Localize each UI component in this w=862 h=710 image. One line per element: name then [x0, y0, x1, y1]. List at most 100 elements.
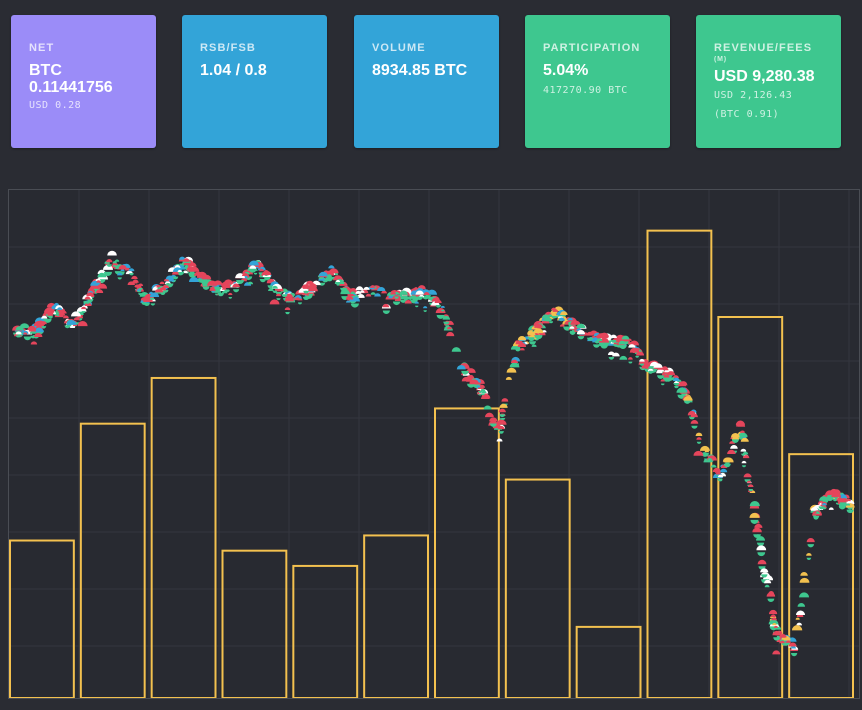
price-dot	[517, 336, 527, 341]
chart	[9, 190, 859, 698]
price-dot	[691, 425, 698, 429]
price-dot	[660, 383, 665, 386]
price-dot	[365, 293, 372, 297]
price-dot	[328, 265, 335, 269]
price-dot	[336, 283, 340, 286]
price-dot	[129, 273, 134, 276]
volume-bar	[363, 534, 429, 698]
card-subvalue: USD 2,126.43	[714, 90, 793, 101]
price-dot	[806, 552, 812, 556]
stat-card-rsb-fsb: RSB/FSB 1.04 / 0.8	[182, 15, 327, 148]
card-subvalue: USD 0.28	[29, 100, 82, 111]
price-dot	[382, 310, 390, 315]
card-value-currency: BTC	[29, 62, 62, 79]
price-dot	[131, 275, 138, 280]
price-dot	[467, 383, 475, 388]
price-dot	[807, 544, 814, 548]
price-dot	[767, 598, 775, 602]
price-dot	[392, 301, 401, 306]
price-dot	[770, 614, 776, 618]
price-dot	[768, 609, 778, 615]
price-dot	[747, 484, 754, 488]
card-value: 0.11441756	[29, 79, 113, 96]
card-label: NET	[29, 42, 55, 54]
price-dot	[483, 405, 492, 410]
card-label: REVENUE/FEES	[714, 42, 813, 54]
price-dot	[107, 250, 117, 256]
price-dot	[302, 296, 310, 301]
price-dot	[415, 305, 419, 308]
card-label: RSB/FSB	[200, 42, 256, 54]
volume-bar	[788, 453, 855, 698]
price-dot	[423, 310, 427, 312]
price-dot	[370, 292, 376, 295]
price-dot	[749, 501, 760, 507]
card-label: PARTICIPATION	[543, 42, 641, 54]
price-dot	[247, 281, 254, 285]
price-dot	[549, 321, 554, 324]
price-dot	[795, 617, 800, 620]
price-dot	[742, 451, 749, 455]
price-dot	[23, 336, 32, 341]
card-subvalue-btc: (BTC 0.91)	[714, 109, 780, 120]
price-dot	[607, 351, 615, 355]
price-dot	[730, 444, 738, 449]
price-dot	[797, 602, 806, 607]
price-dot	[790, 653, 798, 657]
price-dot	[48, 316, 53, 319]
volume-bar	[575, 625, 642, 698]
price-dot	[796, 622, 802, 626]
price-dot	[741, 460, 747, 464]
price-dot	[159, 281, 165, 285]
price-dot	[699, 445, 710, 451]
price-dot	[619, 355, 628, 360]
price-dot	[484, 412, 494, 418]
price-dot	[727, 449, 736, 454]
stat-card-volume: VOLUME 8934.85 BTC	[354, 15, 499, 148]
price-dot	[506, 367, 517, 373]
price-dot	[138, 283, 144, 286]
price-dot	[253, 272, 258, 275]
price-dot	[30, 341, 38, 345]
price-dot	[363, 286, 370, 290]
price-dot	[693, 450, 704, 456]
price-dot	[228, 292, 233, 296]
price-dot	[350, 303, 359, 308]
price-dot	[806, 538, 815, 543]
price-dot	[757, 552, 766, 557]
price-dot	[720, 468, 728, 473]
price-dot	[451, 347, 461, 352]
price-dot	[619, 345, 627, 349]
price-dot	[695, 432, 703, 436]
price-dot	[531, 344, 537, 347]
price-dot	[833, 499, 838, 502]
card-value: USD 9,280.38	[714, 68, 815, 85]
card-value: 1.04 / 0.8	[200, 62, 267, 79]
price-dot	[696, 441, 702, 444]
price-dot	[740, 430, 745, 433]
card-value: 5.04%	[543, 62, 589, 79]
price-dot	[608, 356, 615, 360]
price-dot	[752, 527, 762, 533]
price-dot	[276, 298, 281, 301]
card-subvalue: 417270.90 BTC	[543, 85, 628, 96]
price-dot	[202, 286, 210, 290]
price-dot	[150, 303, 156, 306]
price-dot	[440, 305, 445, 308]
price-dot	[233, 289, 240, 293]
stat-card-participation: PARTICIPATION 5.04% 417270.90 BTC	[525, 15, 670, 148]
volume-bar	[434, 407, 500, 698]
price-dot	[800, 572, 808, 576]
price-dot	[284, 307, 291, 310]
price-dot	[519, 347, 525, 351]
volume-bar	[79, 422, 146, 698]
price-dot	[742, 465, 746, 468]
price-dot	[328, 268, 339, 274]
stat-card-net: NET BTC 0.11441756 USD 0.28	[11, 15, 156, 148]
price-dot	[496, 438, 503, 442]
price-dot	[799, 577, 810, 583]
price-dot	[269, 299, 280, 305]
price-dot	[635, 355, 639, 358]
volume-bar	[646, 229, 713, 698]
price-dot	[501, 398, 509, 402]
